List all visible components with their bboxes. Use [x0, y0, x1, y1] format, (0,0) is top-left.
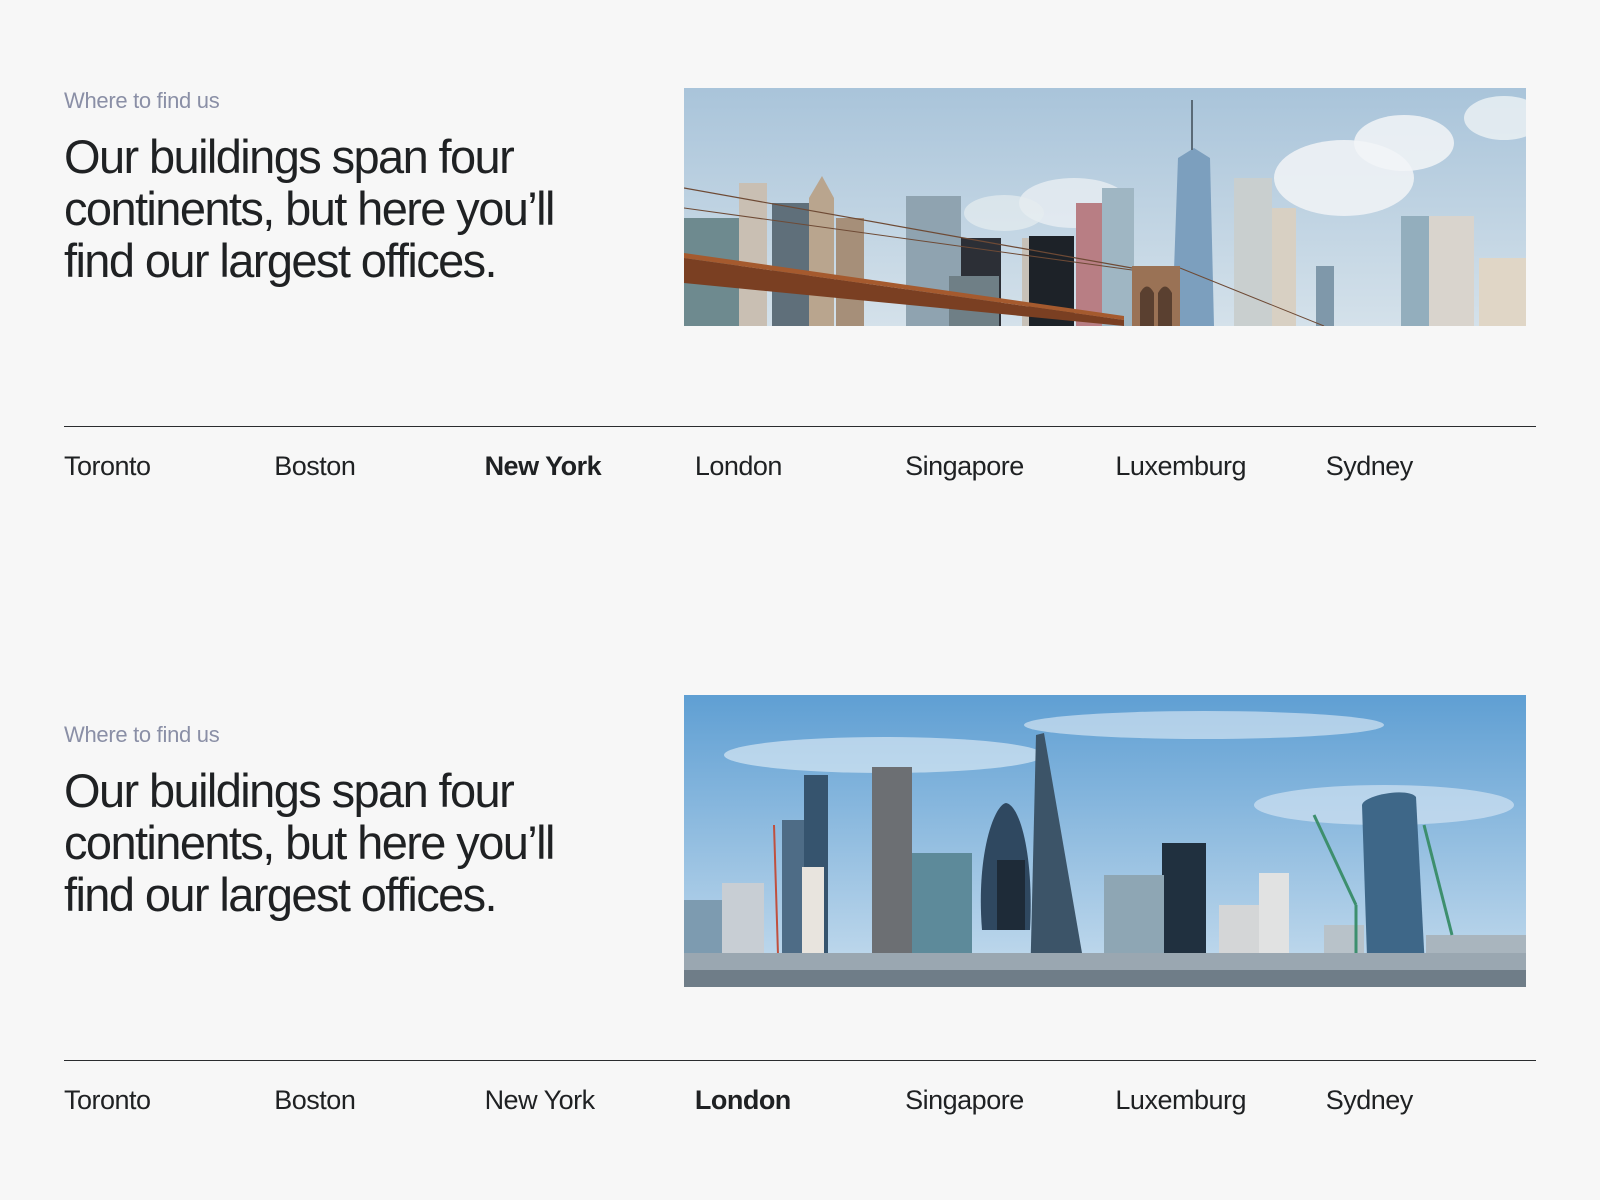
london-skyline-image: [684, 695, 1526, 987]
city-tab-toronto[interactable]: Toronto: [64, 451, 274, 482]
city-tab-luxemburg[interactable]: Luxemburg: [1115, 451, 1325, 482]
city-tab-london[interactable]: London: [695, 451, 905, 482]
city-tab-boston[interactable]: Boston: [274, 451, 484, 482]
section-divider: [64, 426, 1536, 427]
city-tabs: Toronto Boston New York London Singapore…: [64, 451, 1536, 482]
city-tab-sydney[interactable]: Sydney: [1326, 1085, 1536, 1116]
eyebrow-label: Where to find us: [64, 722, 220, 747]
city-tab-toronto[interactable]: Toronto: [64, 1085, 274, 1116]
city-tab-boston[interactable]: Boston: [274, 1085, 484, 1116]
city-hero-image: [684, 695, 1526, 987]
section-headline: Our buildings span four continents, but …: [64, 764, 555, 921]
section-headline: Our buildings span four continents, but …: [64, 130, 555, 287]
locations-section-london: Where to find us Our buildings span four…: [0, 634, 1600, 1200]
city-tab-sydney[interactable]: Sydney: [1326, 451, 1536, 482]
locations-section-new-york: Where to find us Our buildings span four…: [0, 0, 1600, 600]
new-york-skyline-image: [684, 88, 1526, 326]
city-tabs: Toronto Boston New York London Singapore…: [64, 1085, 1536, 1116]
city-tab-new-york[interactable]: New York: [485, 451, 695, 482]
section-divider: [64, 1060, 1536, 1061]
city-tab-singapore[interactable]: Singapore: [905, 451, 1115, 482]
city-hero-image: [684, 88, 1526, 326]
eyebrow-label: Where to find us: [64, 88, 220, 113]
city-tab-london[interactable]: London: [695, 1085, 905, 1116]
city-tab-singapore[interactable]: Singapore: [905, 1085, 1115, 1116]
city-tab-new-york[interactable]: New York: [485, 1085, 695, 1116]
city-tab-luxemburg[interactable]: Luxemburg: [1115, 1085, 1325, 1116]
